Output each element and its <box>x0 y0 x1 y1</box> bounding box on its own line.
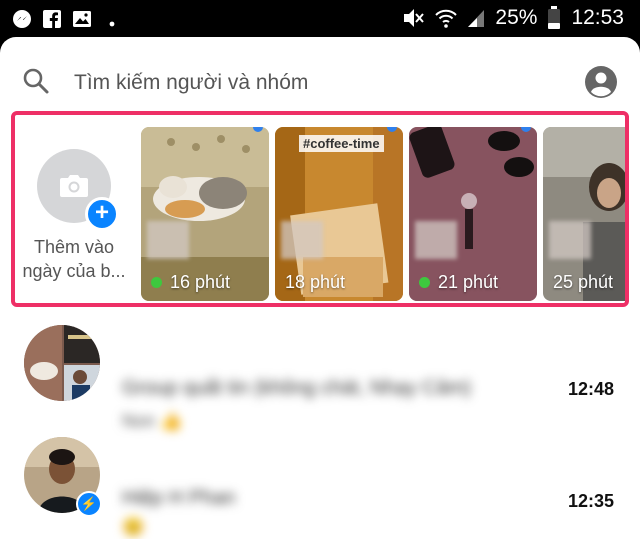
messenger-home-sheet: + Thêm vào ngày của b... 16 phút <box>0 37 640 539</box>
messenger-badge-icon: ⚡ <box>76 491 102 517</box>
profile-icon[interactable] <box>584 65 618 99</box>
battery-icon <box>548 6 561 29</box>
blurred-avatar <box>147 221 189 259</box>
mute-icon <box>404 9 425 27</box>
blurred-avatar <box>549 221 591 259</box>
plus-icon: + <box>85 197 119 231</box>
add-to-story-button[interactable]: + Thêm vào ngày của b... <box>15 115 137 303</box>
search-input[interactable] <box>74 68 554 98</box>
battery-percent: 25% <box>495 6 538 29</box>
story-card[interactable]: #coffee-time 18 phút <box>275 127 403 301</box>
search-bar[interactable] <box>0 57 640 107</box>
online-status-dot <box>419 277 430 288</box>
story-card[interactable]: 21 phút <box>409 127 537 301</box>
story-time: 18 phút <box>285 272 345 293</box>
add-story-label: Thêm vào ngày của b... <box>22 237 126 281</box>
blurred-avatar <box>415 221 457 259</box>
gallery-icon <box>72 9 92 29</box>
story-time-label: 16 phút <box>170 272 231 292</box>
conversation-name: Hiệp H Phan <box>122 487 236 509</box>
story-time-label: 21 phút <box>438 272 499 292</box>
conversation-time: 12:35 <box>567 491 614 511</box>
messenger-icon <box>12 9 32 29</box>
blurred-avatar <box>281 221 323 259</box>
stories-row: + Thêm vào ngày của b... 16 phút #coffee… <box>11 111 629 307</box>
signal-icon <box>468 10 485 27</box>
facebook-icon <box>42 9 62 29</box>
online-status-dot <box>151 277 162 288</box>
story-time: 16 phút <box>151 272 230 293</box>
clock: 12:53 <box>571 6 624 29</box>
group-avatar <box>24 325 100 401</box>
more-dots-icon <box>102 9 122 29</box>
story-time-label: 25 phút <box>553 272 614 292</box>
conversation-snippet: Non 👍 <box>122 411 183 431</box>
wifi-icon <box>435 9 458 28</box>
conversation-snippet: 😊 <box>122 517 145 537</box>
conversation-name: Group quất tin (không chát, Nhạy Cảm) <box>122 377 472 399</box>
status-bar: 25% 12:53 <box>0 0 640 38</box>
story-time: 25 phút <box>553 272 613 293</box>
search-icon[interactable] <box>22 67 50 95</box>
conversation-time: 12:48 <box>567 379 614 399</box>
story-time-label: 18 phút <box>285 272 346 292</box>
conversation-item[interactable]: Group quất tin (không chát, Nhạy Cảm) No… <box>0 319 640 431</box>
story-card[interactable]: 16 phút <box>141 127 269 301</box>
story-hashtag: #coffee-time <box>299 135 384 152</box>
conversation-item[interactable]: ⚡ Hiệp H Phan 😊 12:35 <box>0 431 640 537</box>
story-card[interactable]: 25 phút <box>543 127 625 301</box>
story-time: 21 phút <box>419 272 498 293</box>
